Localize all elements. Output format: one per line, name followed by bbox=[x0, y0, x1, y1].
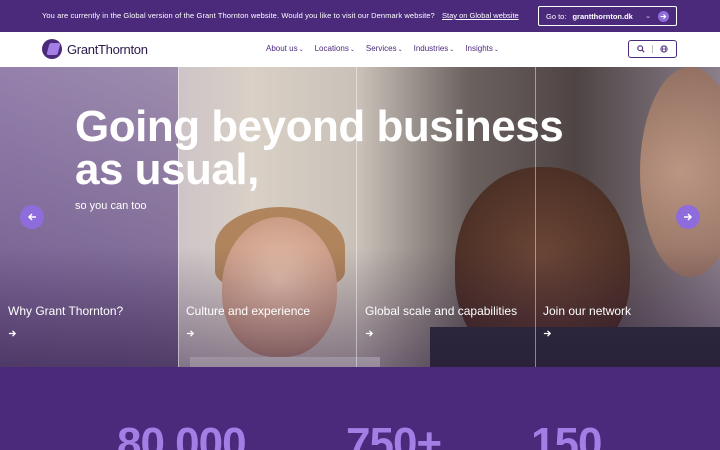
nav-industries[interactable]: Industries⌄ bbox=[414, 44, 455, 53]
goto-site-value: grantthornton.dk bbox=[572, 11, 633, 21]
arrow-right-icon bbox=[365, 325, 517, 343]
carousel-next-button[interactable] bbox=[676, 205, 700, 229]
stats-section: 80,000 750+ 150 bbox=[0, 367, 720, 450]
hero-person-right bbox=[640, 67, 720, 277]
nav-services[interactable]: Services⌄ bbox=[366, 44, 403, 53]
chevron-down-icon: ⌄ bbox=[645, 13, 651, 20]
logo-text: GrantThornton bbox=[67, 41, 148, 57]
nav-about-us[interactable]: About us⌄ bbox=[266, 44, 304, 53]
country-notice-bar: You are currently in the Global version … bbox=[0, 0, 720, 32]
arrow-left-icon bbox=[27, 213, 36, 221]
hero-title-line-2: as usual, bbox=[75, 145, 259, 194]
arrow-right-icon bbox=[684, 213, 693, 221]
chevron-down-icon: ⌄ bbox=[349, 47, 355, 53]
arrow-right-icon bbox=[543, 325, 631, 343]
notice-text: You are currently in the Global version … bbox=[42, 11, 435, 20]
panel-label: Why Grant Thornton? bbox=[8, 304, 124, 318]
chevron-down-icon: ⌄ bbox=[493, 47, 499, 53]
hero-subtitle: so you can too bbox=[75, 200, 147, 212]
go-arrow-icon[interactable] bbox=[658, 10, 669, 22]
hero-title-line-1: Going beyond business bbox=[75, 102, 564, 151]
goto-label: Go to: bbox=[546, 11, 567, 21]
hero-carousel: Going beyond business as usual, so you c… bbox=[0, 67, 720, 367]
panel-label: Join our network bbox=[543, 304, 632, 318]
header-tools bbox=[628, 40, 677, 58]
panel-why-grant-thornton[interactable]: Why Grant Thornton? bbox=[8, 304, 123, 343]
tools-divider bbox=[651, 45, 653, 53]
chevron-down-icon: ⌄ bbox=[449, 47, 455, 53]
panel-culture-and-experience[interactable]: Culture and experience bbox=[186, 304, 310, 343]
logo-mark-icon bbox=[42, 39, 62, 59]
panel-label: Culture and experience bbox=[186, 304, 311, 318]
stat-countries: 150 bbox=[531, 419, 602, 450]
grant-thornton-logo[interactable]: GrantThornton bbox=[42, 39, 148, 59]
stay-on-global-link[interactable]: Stay on Global website bbox=[442, 11, 519, 20]
chevron-down-icon: ⌄ bbox=[298, 47, 304, 53]
arrow-right-icon bbox=[186, 325, 310, 343]
panel-global-scale[interactable]: Global scale and capabilities bbox=[365, 304, 517, 343]
nav-locations[interactable]: Locations⌄ bbox=[315, 44, 355, 53]
arrow-right-icon bbox=[8, 325, 123, 343]
chevron-down-icon: ⌄ bbox=[397, 47, 403, 53]
main-nav: About us⌄ Locations⌄ Services⌄ Industrie… bbox=[266, 44, 499, 53]
carousel-prev-button[interactable] bbox=[20, 205, 44, 229]
hero-title: Going beyond business as usual, bbox=[75, 102, 564, 194]
globe-icon[interactable] bbox=[660, 40, 668, 58]
go-to-site-selector[interactable]: Go to: grantthornton.dk ⌄ bbox=[538, 6, 677, 26]
nav-insights[interactable]: Insights⌄ bbox=[465, 44, 499, 53]
stat-offices: 750+ bbox=[346, 419, 442, 450]
search-icon[interactable] bbox=[637, 40, 645, 58]
stat-people: 80,000 bbox=[117, 419, 247, 450]
panel-join-our-network[interactable]: Join our network bbox=[543, 304, 631, 343]
site-header: GrantThornton About us⌄ Locations⌄ Servi… bbox=[0, 32, 720, 67]
panel-label: Global scale and capabilities bbox=[365, 304, 518, 318]
